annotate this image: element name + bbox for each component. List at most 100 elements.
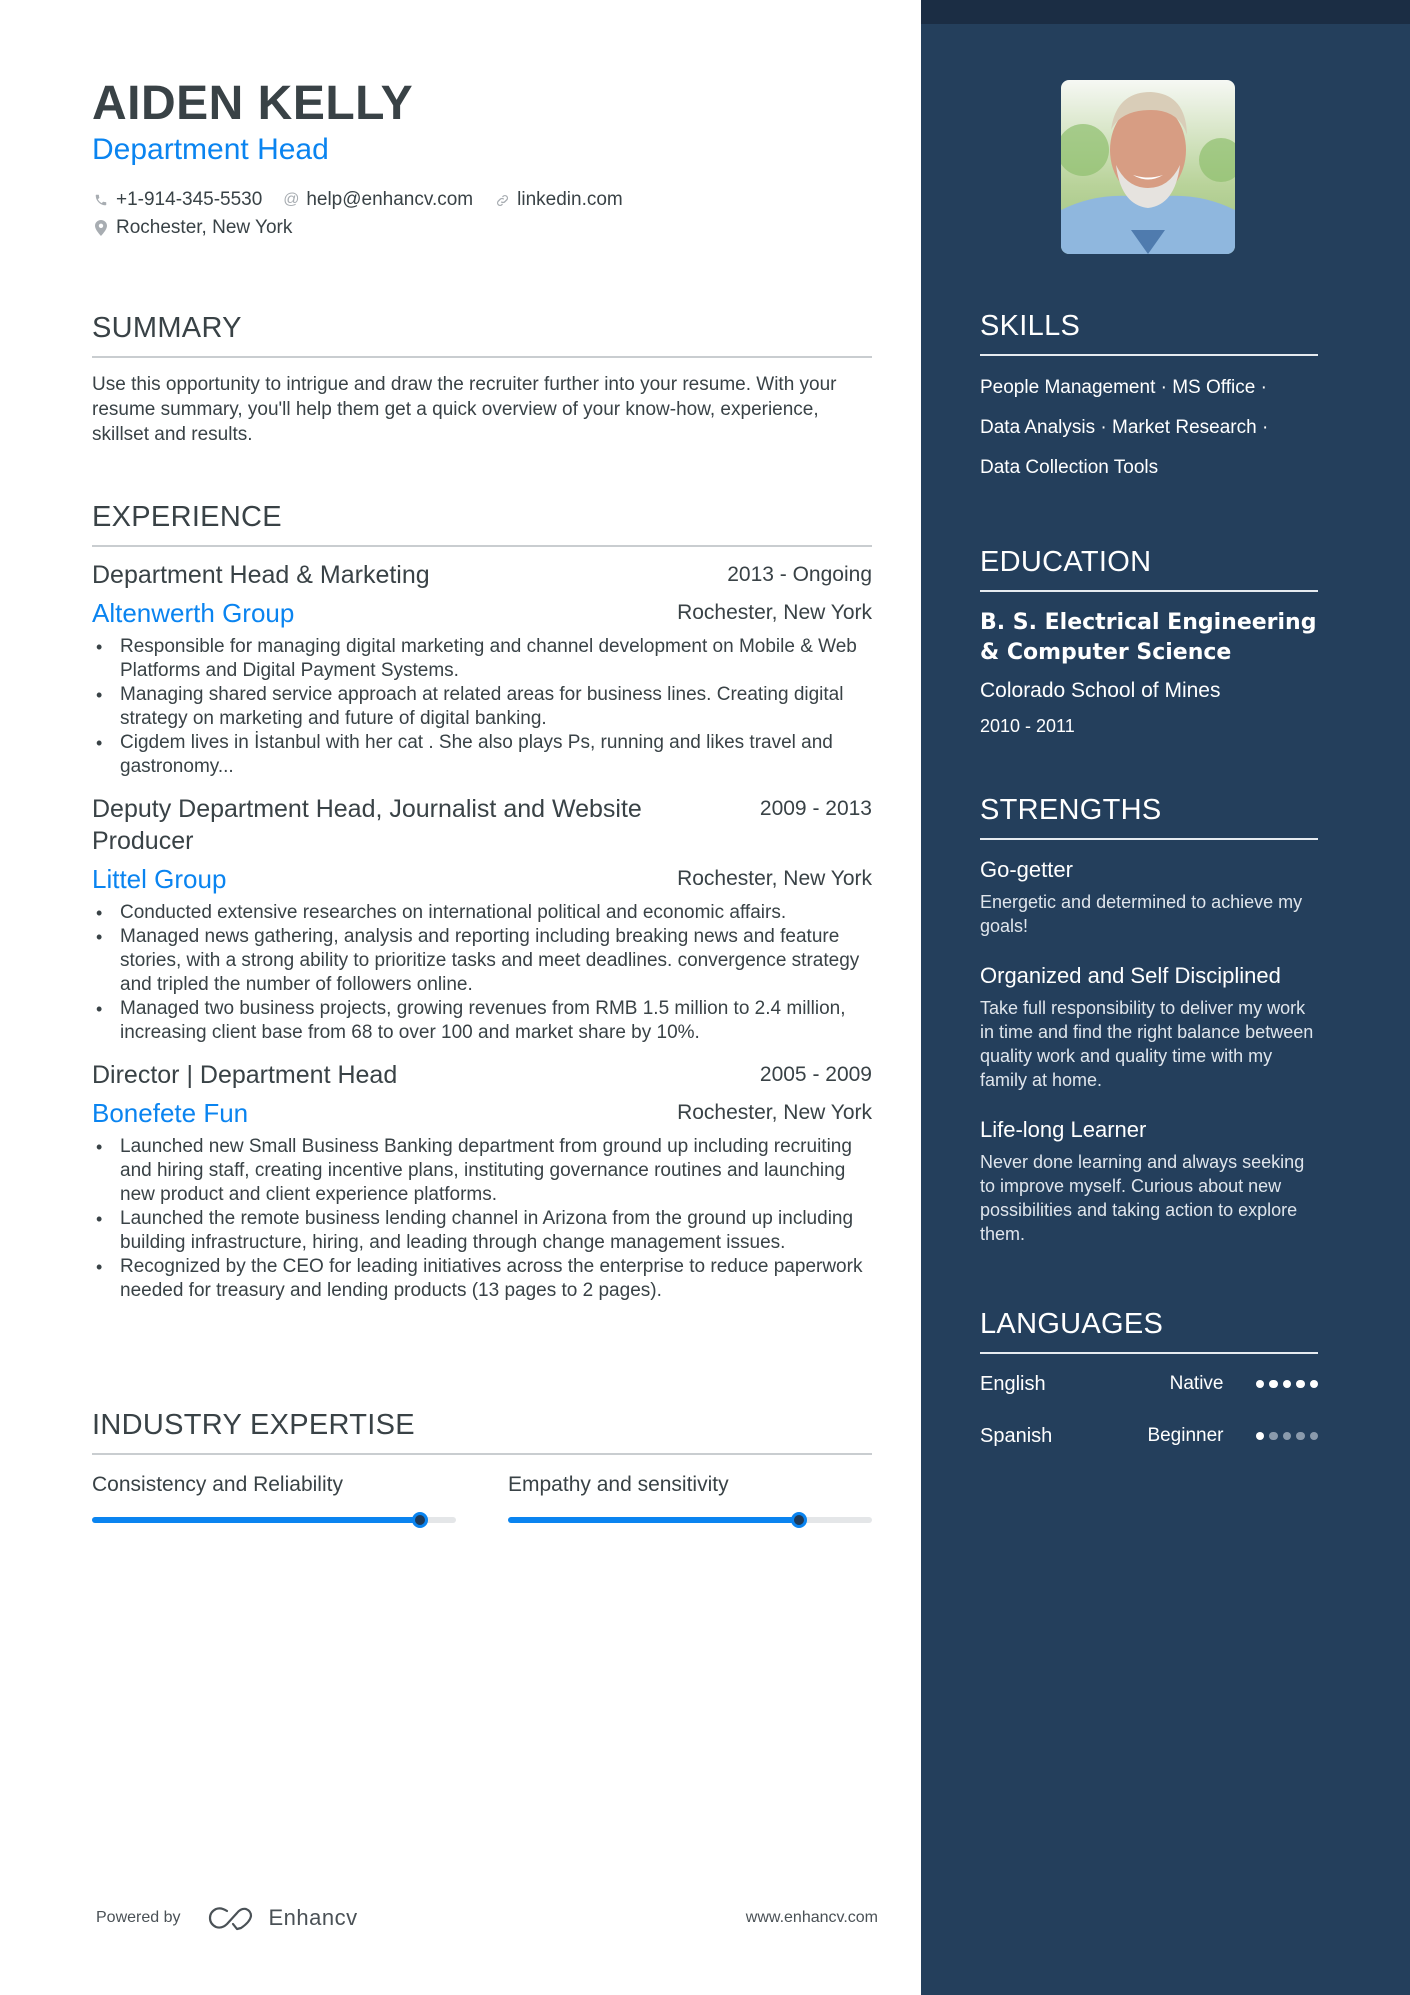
- job-title: Director | Department Head: [92, 1061, 398, 1089]
- contact-line: Rochester, New York: [92, 214, 643, 242]
- website-link[interactable]: www.enhancv.com: [746, 1909, 878, 1927]
- enhancv-logo-icon: [208, 1907, 252, 1931]
- languages-section: LANGUAGES English Native Spanish Beginne…: [980, 1306, 1318, 1462]
- footer: Powered by Enhancv www.enhancv.com: [96, 1903, 878, 1933]
- job-bullet: Conducted extensive researches on intern…: [92, 901, 872, 925]
- skills-line: Data Collection Tools: [980, 457, 1159, 478]
- at-icon: @: [283, 191, 300, 208]
- strength-description: Take full responsibility to deliver my w…: [980, 998, 1314, 1090]
- education-dates: 2010 - 2011: [980, 716, 1075, 736]
- job-location: Rochester, New York: [677, 867, 872, 890]
- language-row: English Native: [980, 1358, 1318, 1410]
- job-title: Deputy Department Head, Journalist and W…: [92, 795, 642, 855]
- candidate-name: AIDEN KELLY: [92, 77, 414, 130]
- job-bullet: Recognized by the CEO for leading initia…: [92, 1255, 872, 1303]
- strength-title: Go-getter: [980, 857, 1073, 882]
- job-bullet: Launched new Small Business Banking depa…: [92, 1135, 872, 1207]
- skills-line: People Management · MS Office ·: [980, 377, 1267, 398]
- skills-line: Data Analysis · Market Research ·: [980, 417, 1269, 438]
- job-bullet: Launched the remote business lending cha…: [92, 1207, 872, 1255]
- linkedin-link[interactable]: linkedin.com: [517, 189, 623, 211]
- strength-description: Energetic and determined to achieve my g…: [980, 892, 1303, 936]
- email-address[interactable]: help@enhancv.com: [306, 189, 473, 211]
- language-name: English: [980, 1372, 1046, 1395]
- contact-info: +1-914-345-5530 @ help@enhancv.com linke…: [92, 186, 643, 242]
- contact-link: linkedin.com: [493, 189, 623, 211]
- job-bullet: Managed news gathering, analysis and rep…: [92, 925, 872, 997]
- rating-dot-filled: [1309, 1379, 1318, 1389]
- expertise-bar-knob: [791, 1512, 808, 1528]
- languages-list: English Native Spanish Beginner: [980, 1358, 1318, 1462]
- summary-heading: SUMMARY: [92, 310, 872, 358]
- job-bullets: Conducted extensive researches on intern…: [92, 901, 872, 1045]
- strength-item: Organized and Self Disciplined Take full…: [980, 960, 1318, 1092]
- rating-dot-filled: [1296, 1379, 1305, 1389]
- enhancv-brand-name: Enhancv: [268, 1905, 358, 1930]
- expertise-bar-fill: [92, 1517, 420, 1523]
- company-name: Littel Group: [92, 864, 227, 894]
- contact-email: @ help@enhancv.com: [282, 189, 473, 211]
- education-degree: B. S. Electrical Engineering & Computer …: [980, 610, 1317, 665]
- job-bullets: Launched new Small Business Banking depa…: [92, 1135, 872, 1303]
- profile-photo-image: [1061, 80, 1235, 254]
- skills-heading: SKILLS: [980, 308, 1318, 356]
- company-name: Bonefete Fun: [92, 1098, 249, 1128]
- industry-expertise-heading: INDUSTRY EXPERTISE: [92, 1407, 872, 1455]
- job-bullets: Responsible for managing digital marketi…: [92, 635, 872, 779]
- sidebar-top-strip: [921, 0, 1410, 24]
- job-bullet: Responsible for managing digital marketi…: [92, 635, 872, 683]
- rating-dot-filled: [1255, 1379, 1264, 1389]
- education-section: EDUCATION B. S. Electrical Engineering &…: [980, 544, 1318, 740]
- rating-dot-filled: [1282, 1379, 1291, 1389]
- expertise-label: Empathy and sensitivity: [508, 1473, 729, 1496]
- expertise-bar-fill: [508, 1517, 800, 1523]
- industry-expertise-section: INDUSTRY EXPERTISE Consistency and Relia…: [92, 1407, 872, 1528]
- job-entry: Deputy Department Head, Journalist and W…: [92, 793, 872, 1045]
- job-location: Rochester, New York: [677, 1101, 872, 1124]
- contact-line: +1-914-345-5530 @ help@enhancv.com linke…: [92, 186, 643, 214]
- job-dates: 2009 - 2013: [759, 797, 872, 820]
- rating-dot-empty: [1309, 1431, 1318, 1441]
- language-row: Spanish Beginner: [980, 1410, 1318, 1462]
- experience-heading: EXPERIENCE: [92, 499, 872, 547]
- rating-dot-empty: [1269, 1431, 1278, 1441]
- language-name: Spanish: [980, 1424, 1053, 1447]
- location-text: Rochester, New York: [116, 217, 293, 238]
- job-bullet: Managing shared service approach at rela…: [92, 683, 872, 731]
- expertise-bar: [92, 1512, 456, 1528]
- strengths-section: STRENGTHS Go-getter Energetic and determ…: [980, 792, 1318, 1246]
- phone-icon: [92, 191, 110, 209]
- strength-title: Life-long Learner: [980, 1117, 1147, 1142]
- strength-item: Go-getter Energetic and determined to ac…: [980, 854, 1318, 938]
- expertise-label: Consistency and Reliability: [92, 1473, 343, 1496]
- expertise-item: Consistency and Reliability: [92, 1471, 456, 1528]
- contact-location: Rochester, New York: [92, 217, 292, 239]
- contact-phone: +1-914-345-5530: [92, 189, 262, 211]
- rating-dot-empty: [1282, 1431, 1291, 1441]
- language-rating: [1255, 1379, 1318, 1389]
- language-level: Native: [1169, 1373, 1224, 1394]
- job-location: Rochester, New York: [677, 601, 872, 624]
- summary-section: SUMMARY Use this opportunity to intrigue…: [92, 310, 872, 447]
- language-rating: [1255, 1431, 1318, 1441]
- languages-heading: LANGUAGES: [980, 1306, 1318, 1354]
- powered-by-label: Powered by: [96, 1909, 181, 1926]
- rating-dot-filled: [1269, 1379, 1278, 1389]
- expertise-bar: [508, 1512, 872, 1528]
- strengths-heading: STRENGTHS: [980, 792, 1318, 840]
- phone-number[interactable]: +1-914-345-5530: [116, 189, 262, 211]
- expertise-item: Empathy and sensitivity: [508, 1471, 872, 1528]
- job-entry: Director | Department Head 2005 - 2009 B…: [92, 1059, 872, 1303]
- summary-text: Use this opportunity to intrigue and dra…: [92, 374, 837, 445]
- job-dates: 2013 - Ongoing: [727, 563, 872, 586]
- strength-title: Organized and Self Disciplined: [980, 963, 1281, 988]
- job-entry: Department Head & Marketing 2013 - Ongoi…: [92, 559, 872, 779]
- education-heading: EDUCATION: [980, 544, 1318, 592]
- candidate-title: Department Head: [92, 133, 329, 166]
- job-title: Department Head & Marketing: [92, 561, 430, 589]
- company-name: Altenwerth Group: [92, 598, 295, 628]
- skills-list: People Management · MS Office · Data Ana…: [980, 368, 1318, 488]
- strength-description: Never done learning and always seeking t…: [980, 1152, 1305, 1244]
- rating-dot-filled: [1255, 1431, 1264, 1441]
- job-dates: 2005 - 2009: [759, 1063, 872, 1086]
